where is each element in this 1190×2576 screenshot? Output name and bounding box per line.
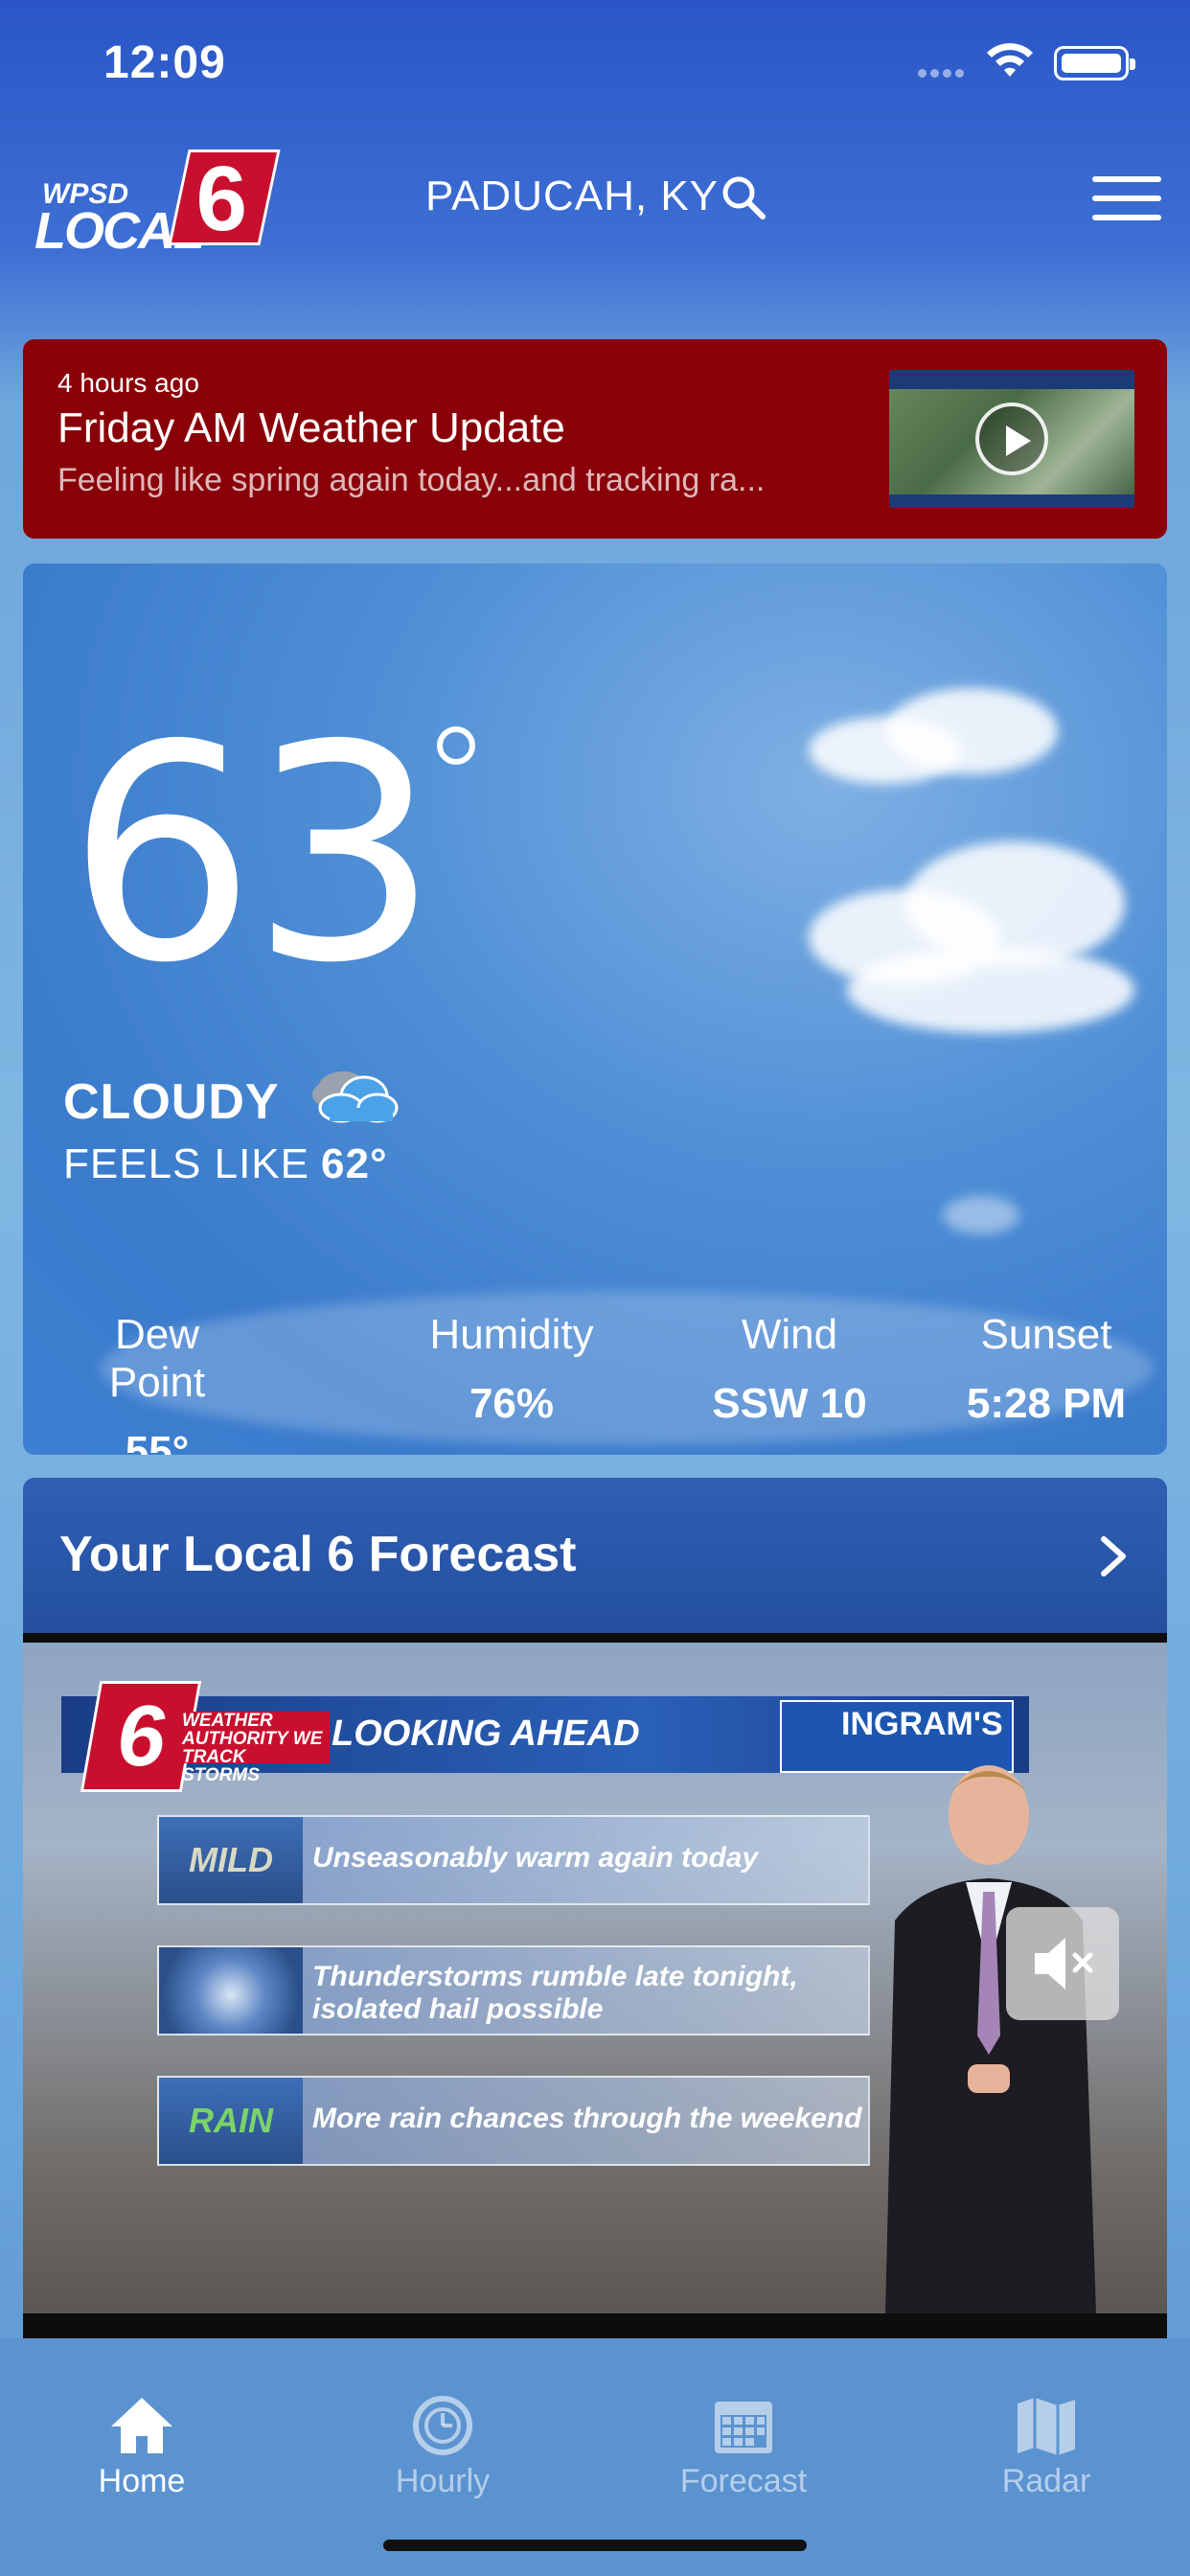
stat-label: Sunset	[980, 1311, 1112, 1358]
logo-six-badge: 6	[168, 148, 281, 250]
tab-forecast[interactable]: Forecast	[648, 2394, 839, 2500]
feels-like-label: FEELS LIKE	[63, 1140, 310, 1187]
video-banner-title: LOOKING AHEAD	[332, 1714, 640, 1754]
status-time: 12:09	[103, 37, 226, 88]
hamburger-menu-icon[interactable]	[1092, 176, 1161, 226]
tab-label: Radar	[1001, 2463, 1091, 2499]
conditions-stats: Dew Point 55° Humidity 76% Wind SSW 10 S…	[23, 1311, 1167, 1455]
stat-value: 55°	[125, 1428, 190, 1455]
stat-wind: Wind SSW 10	[675, 1311, 904, 1428]
degree-symbol	[437, 726, 475, 765]
video-row-tag: RAIN	[189, 2101, 273, 2140]
stat-label: Dew Point	[108, 1311, 206, 1406]
stat-value: SSW 10	[712, 1380, 867, 1427]
forecast-video-player[interactable]: 6 WEATHER AUTHORITY WE TRACK STORMS LOOK…	[23, 1633, 1167, 2338]
tab-label: Hourly	[395, 2463, 491, 2499]
forecast-title: Your Local 6 Forecast	[59, 1527, 577, 1582]
video-authority-text: WEATHER AUTHORITY WE TRACK STORMS	[182, 1711, 323, 1785]
mute-button[interactable]	[1006, 1907, 1119, 2020]
news-time-ago: 4 hours ago	[57, 368, 199, 398]
wifi-icon	[987, 43, 1033, 77]
status-bar: 12:09	[0, 0, 1190, 134]
play-icon[interactable]	[975, 402, 1048, 475]
stat-label: Humidity	[429, 1311, 594, 1358]
tab-label: Forecast	[679, 2463, 808, 2499]
storm-icon	[159, 1947, 303, 2034]
news-title: Friday AM Weather Update	[57, 404, 565, 451]
video-row-text: Thunderstorms rumble late tonight, isola…	[312, 1961, 798, 2025]
video-forecast-row: Thunderstorms rumble late tonight, isola…	[157, 1945, 870, 2036]
video-row-tag: MILD	[189, 1840, 273, 1879]
stat-dew-point: Dew Point 55°	[61, 1311, 253, 1455]
tab-radar[interactable]: Radar	[950, 2394, 1142, 2500]
cellular-signal-icon	[918, 65, 975, 79]
news-video-thumbnail[interactable]	[889, 370, 1134, 508]
tab-hourly[interactable]: Hourly	[347, 2394, 538, 2500]
station-logo[interactable]: WPSD LOCAL 6	[34, 146, 284, 260]
clock-icon	[413, 2396, 472, 2455]
stat-sunset: Sunset 5:28 PM	[941, 1311, 1152, 1428]
tab-label: Home	[98, 2463, 186, 2499]
map-icon	[1018, 2398, 1075, 2455]
current-conditions-card: 63 CLOUDY FEELS LIKE 62° Dew Point 55° Hu…	[23, 564, 1167, 1455]
video-frame[interactable]: 6 WEATHER AUTHORITY WE TRACK STORMS LOOK…	[23, 1643, 1167, 2313]
video-sponsor-text: INGRAM'S	[841, 1706, 1003, 1742]
calendar-icon	[715, 2402, 772, 2453]
news-card[interactable]: 4 hours ago Friday AM Weather Update Fee…	[23, 339, 1167, 539]
stat-label: Wind	[741, 1311, 838, 1358]
speaker-muted-icon	[1035, 1938, 1093, 1990]
tab-home[interactable]: Home	[46, 2394, 238, 2500]
search-icon[interactable]	[721, 174, 767, 220]
location-label[interactable]: PADUCAH, KY	[425, 172, 719, 220]
chevron-right-icon[interactable]	[1096, 1533, 1131, 1579]
meteorologist-figure	[885, 1765, 1096, 2313]
stat-value: 76%	[469, 1380, 555, 1427]
home-indicator[interactable]	[383, 2540, 807, 2551]
local-forecast-header[interactable]: Your Local 6 Forecast	[23, 1478, 1167, 1633]
current-temperature: 63	[67, 682, 439, 1028]
condition-label: CLOUDY	[63, 1074, 280, 1130]
video-forecast-row: RAIN More rain chances through the weeke…	[157, 2076, 870, 2166]
logo-number: 6	[195, 148, 247, 250]
home-icon	[111, 2398, 172, 2453]
app-header: WPSD LOCAL 6 PADUCAH, KY	[0, 134, 1190, 270]
news-subtitle: Feeling like spring again today...and tr…	[57, 462, 766, 498]
feels-like-value: 62°	[321, 1140, 388, 1187]
stat-humidity: Humidity 76%	[397, 1311, 627, 1428]
cloudy-icon	[312, 1071, 399, 1123]
battery-icon	[1054, 46, 1135, 80]
video-forecast-row: MILD Unseasonably warm again today	[157, 1815, 870, 1905]
video-row-text: More rain chances through the weekend	[312, 2103, 862, 2134]
stat-value: 5:28 PM	[966, 1380, 1127, 1427]
feels-like: FEELS LIKE 62°	[63, 1140, 388, 1188]
video-row-text: Unseasonably warm again today	[312, 1842, 759, 1874]
